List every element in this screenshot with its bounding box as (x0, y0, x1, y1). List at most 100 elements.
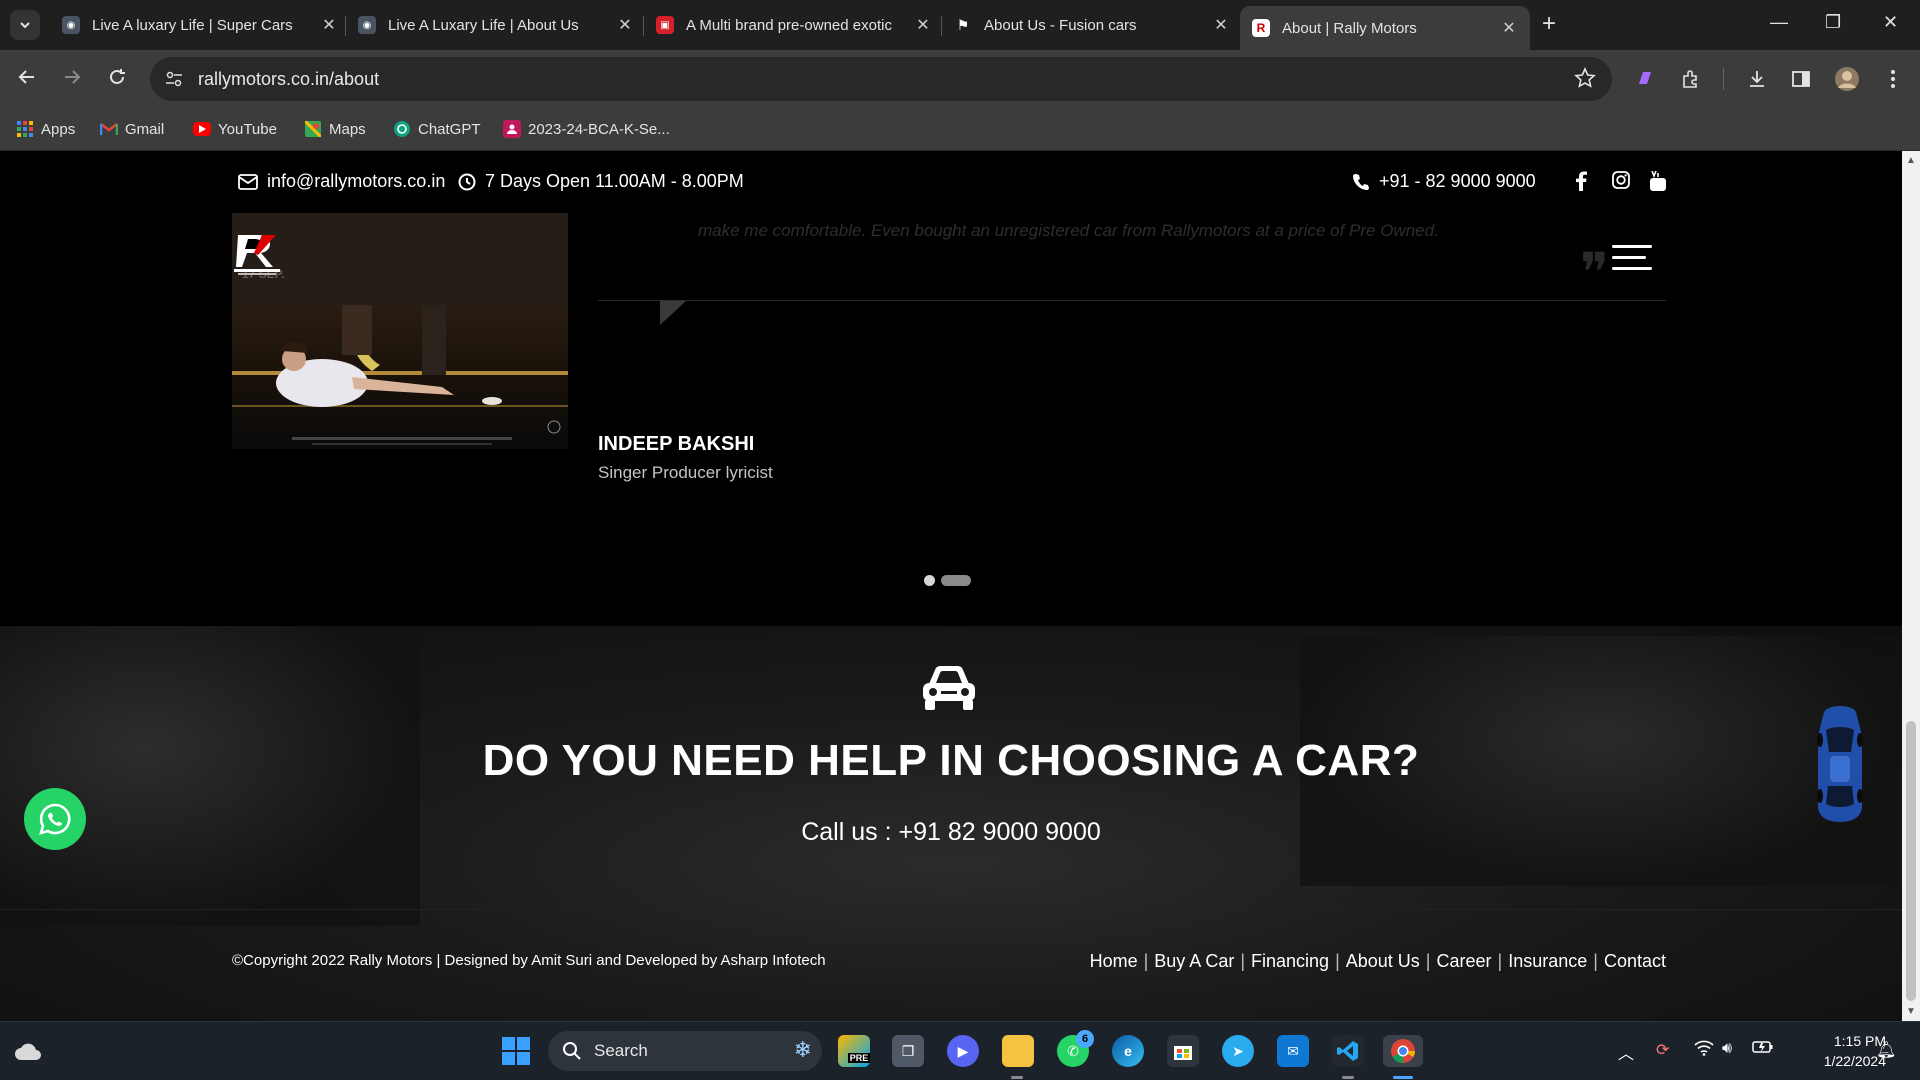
back-button[interactable] (16, 66, 38, 93)
bookmark-gmail[interactable]: Gmail (100, 116, 164, 142)
tab-fusion-cars[interactable]: ⚑ About Us - Fusion cars ✕ (942, 8, 1242, 42)
footer-link-buy-a-car[interactable]: Buy A Car (1154, 951, 1234, 972)
bookmark-apps[interactable]: Apps (16, 116, 75, 142)
forward-button[interactable] (61, 66, 83, 93)
footer-link-financing[interactable]: Financing (1251, 951, 1329, 972)
meet-now-icon[interactable]: ▶ (947, 1035, 979, 1067)
microsoft-store-icon[interactable] (1167, 1035, 1199, 1067)
arrow-left-icon (18, 70, 34, 84)
tab-title: A Multi brand pre-owned exotic (686, 16, 892, 34)
apps-grid-icon (16, 120, 34, 138)
vscode-icon[interactable] (1332, 1035, 1364, 1067)
car-scroll-top-widget[interactable] (1810, 700, 1870, 826)
carousel-dot-active[interactable] (941, 575, 971, 586)
system-clock[interactable]: 1:15 PM 1/22/2024 (1790, 1031, 1886, 1071)
tab-rally-motors[interactable]: R About | Rally Motors ✕ (1240, 6, 1530, 50)
notification-bell-icon[interactable]: 🔔︎ (1876, 1040, 1896, 1060)
volume-icon[interactable]: 🔊︎ (1722, 1040, 1732, 1058)
wifi-icon[interactable] (1694, 1040, 1714, 1061)
testimonial-quote-box: make me comfortable. Even bought an unre… (598, 213, 1666, 301)
phone-icon (1353, 173, 1369, 190)
close-tab-icon[interactable]: ✕ (1500, 18, 1518, 38)
tab-title: About Us - Fusion cars (984, 16, 1137, 34)
browser-menu-icon[interactable] (1880, 66, 1906, 92)
browser-tab-strip: ◉ Live A luxary Life | Super Cars ✕ ◉ Li… (0, 0, 1920, 50)
battery-icon[interactable] (1752, 1040, 1774, 1059)
close-tab-icon[interactable]: ✕ (1212, 15, 1230, 35)
mail-app-icon[interactable]: ✉ (1277, 1035, 1309, 1067)
file-explorer-icon[interactable] (1002, 1035, 1034, 1067)
sync-status-icon[interactable]: ⟳ (1656, 1040, 1669, 1060)
scrollbar-thumb[interactable] (1906, 721, 1916, 1001)
bookmark-star-icon[interactable] (1574, 67, 1596, 94)
phone-text: +91 - 82 9000 9000 (1379, 171, 1536, 191)
cta-call-text[interactable]: Call us : +91 82 9000 9000 (0, 818, 1902, 847)
tab-super-cars[interactable]: ◉ Live A luxary Life | Super Cars ✕ (50, 8, 350, 42)
tab-about-us-luxary[interactable]: ◉ Live A Luxary Life | About Us ✕ (346, 8, 646, 42)
testimonial-name: INDEEP BAKSHI (598, 433, 755, 455)
footer-link-contact[interactable]: Contact (1604, 951, 1666, 972)
youtube-social-icon[interactable] (1650, 170, 1666, 196)
instagram-icon[interactable] (1612, 171, 1630, 194)
telegram-icon[interactable]: ➤ (1222, 1035, 1254, 1067)
address-bar[interactable]: rallymotors.co.in/about (150, 57, 1612, 101)
reload-icon (110, 69, 125, 84)
classroom-icon (503, 120, 521, 138)
flag-favicon-icon: ⚑ (956, 16, 970, 33)
extensions-puzzle-icon[interactable] (1678, 66, 1704, 92)
facebook-icon[interactable] (1575, 171, 1587, 196)
whatsapp-chat-button[interactable] (24, 788, 86, 850)
carousel-dot[interactable] (924, 575, 935, 586)
show-hidden-icons-chevron-icon[interactable]: ︿ (1618, 1040, 1634, 1064)
taskbar-search-box[interactable]: Search ❄ (548, 1031, 822, 1071)
footer-link-home[interactable]: Home (1090, 951, 1138, 972)
close-tab-icon[interactable]: ✕ (616, 15, 634, 35)
footer-link-insurance[interactable]: Insurance (1508, 951, 1587, 972)
task-view-icon[interactable]: ❐ (892, 1035, 924, 1067)
extension-copilot-icon[interactable] (1632, 66, 1658, 92)
page-viewport: info@rallymotors.co.in 7 Days Open 11.00… (0, 151, 1902, 1021)
footer-link-career[interactable]: Career (1436, 951, 1491, 972)
bookmark-label: YouTube (218, 120, 277, 138)
chrome-browser-icon[interactable] (1383, 1035, 1423, 1067)
arrow-right-icon (65, 70, 81, 84)
close-tab-icon[interactable]: ✕ (320, 15, 338, 35)
rally-motors-logo[interactable] (232, 231, 282, 277)
minimize-window-button[interactable]: — (1770, 12, 1788, 33)
new-tab-button[interactable]: + (1542, 12, 1556, 36)
tab-multi-brand[interactable]: ▣ A Multi brand pre-owned exotic ✕ (644, 8, 944, 42)
chatgpt-icon (393, 120, 411, 138)
bookmark-youtube[interactable]: YouTube (193, 116, 277, 142)
reload-button[interactable] (106, 66, 128, 93)
scroll-up-arrow-icon[interactable]: ▲ (1906, 155, 1916, 166)
side-panel-icon[interactable] (1788, 66, 1814, 92)
windows-start-icon[interactable] (500, 1035, 532, 1067)
opening-hours: 7 Days Open 11.00AM - 8.00PM (458, 171, 744, 192)
bookmark-classroom[interactable]: 2023-24-BCA-K-Se... (503, 116, 670, 142)
site-top-bar: info@rallymotors.co.in 7 Days Open 11.00… (0, 151, 1902, 213)
testimonial-quote-text: make me comfortable. Even bought an unre… (698, 221, 1439, 240)
restore-window-button[interactable]: ❐ (1825, 12, 1841, 33)
nav-separator: | (1335, 951, 1340, 971)
edge-browser-icon[interactable]: e (1112, 1035, 1144, 1067)
download-icon[interactable] (1744, 66, 1770, 92)
close-window-button[interactable]: ✕ (1883, 12, 1898, 33)
profile-avatar[interactable] (1834, 66, 1860, 92)
bookmark-maps[interactable]: Maps (304, 116, 366, 142)
page-scrollbar[interactable]: ▲ ▼ (1902, 151, 1920, 1021)
hamburger-menu-button[interactable] (1612, 245, 1652, 275)
footer-link-about-us[interactable]: About Us (1346, 951, 1420, 972)
copilot-preview-icon[interactable]: PRE (838, 1035, 871, 1067)
tab-title: Live A Luxary Life | About Us (388, 16, 579, 34)
bookmark-chatgpt[interactable]: ChatGPT (393, 116, 481, 142)
tab-search-button[interactable] (10, 10, 40, 40)
url-text[interactable]: rallymotors.co.in/about (198, 69, 379, 90)
site-info-icon[interactable] (164, 69, 184, 89)
scroll-down-arrow-icon[interactable]: ▼ (1906, 1006, 1916, 1017)
email-contact[interactable]: info@rallymotors.co.in (238, 171, 445, 192)
phone-contact[interactable]: +91 - 82 9000 9000 (1352, 171, 1536, 192)
clock-time: 1:15 PM (1833, 1033, 1886, 1049)
running-indicator (1011, 1076, 1023, 1079)
close-tab-icon[interactable]: ✕ (914, 15, 932, 35)
weather-widget-icon[interactable] (12, 1035, 44, 1067)
